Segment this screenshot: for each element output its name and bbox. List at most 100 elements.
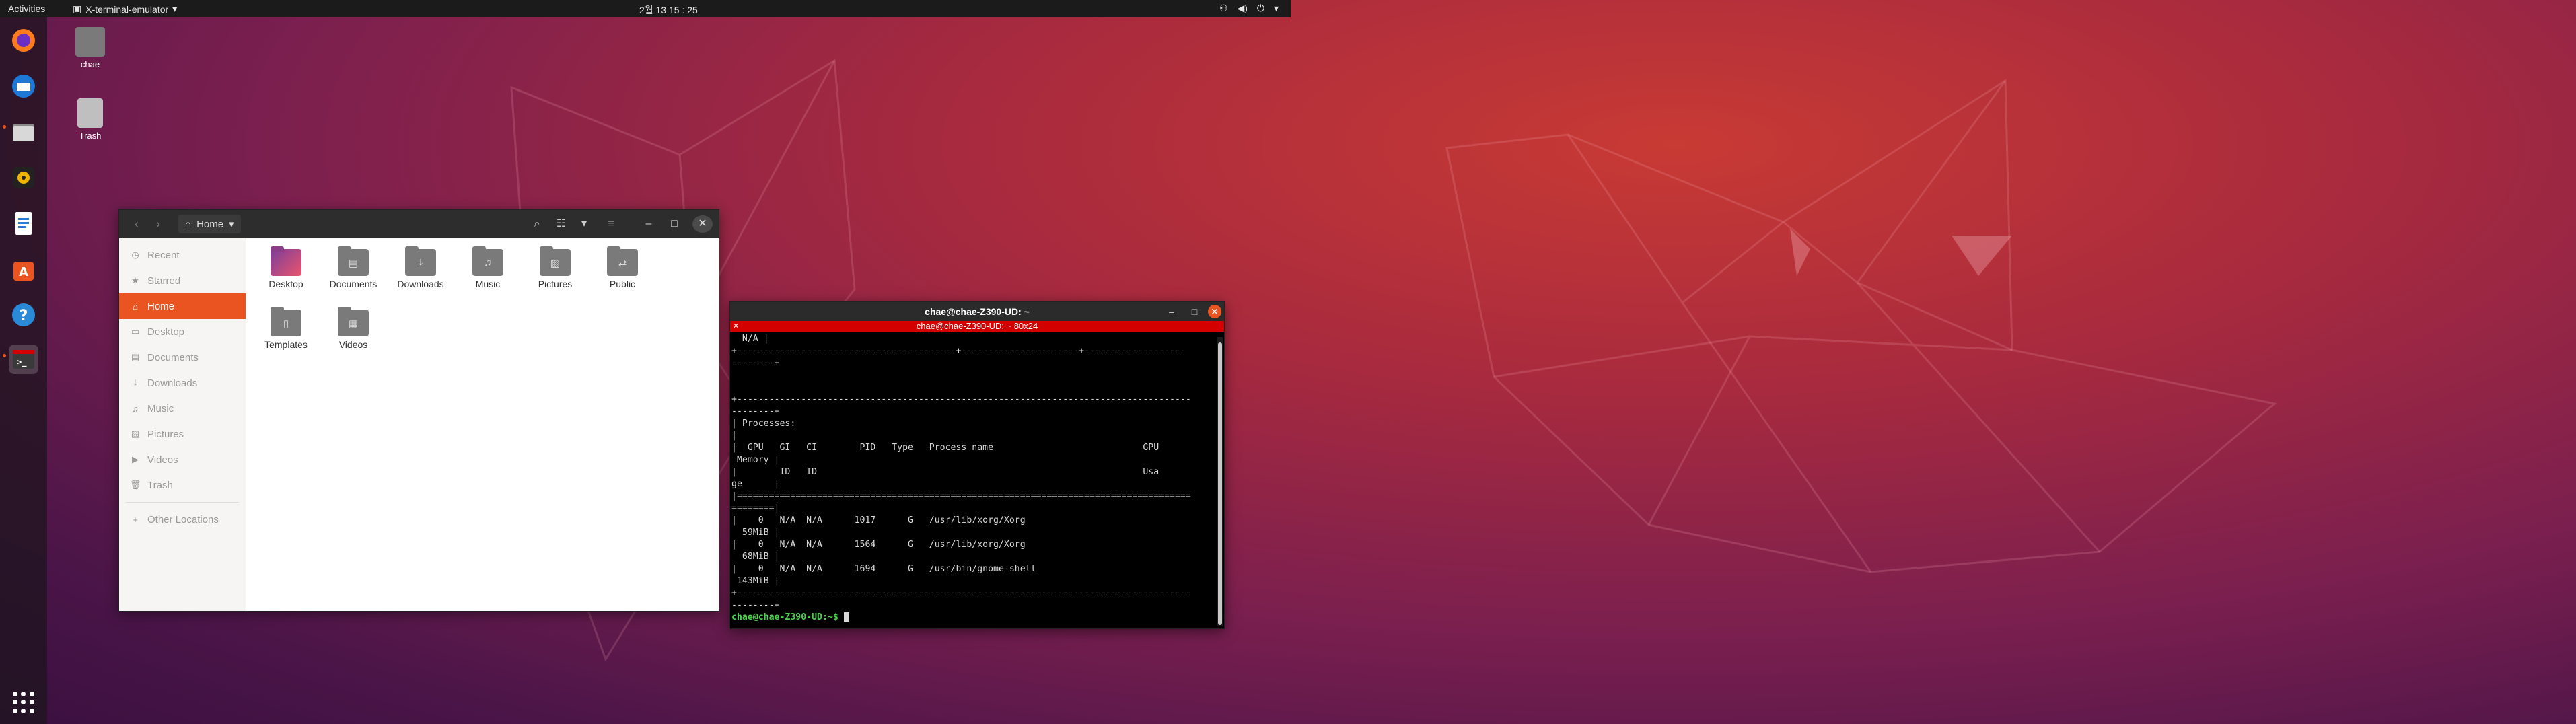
home-icon: ⌂ xyxy=(133,301,138,312)
sidebar-item-label: Home xyxy=(147,300,175,312)
menu-icon[interactable]: ≡ xyxy=(601,215,621,233)
folder-item[interactable]: ⇄ Public xyxy=(589,245,656,305)
software-icon[interactable]: A xyxy=(9,254,38,284)
chevron-down-icon: ▾ xyxy=(172,3,178,14)
maximize-icon[interactable]: □ xyxy=(664,215,684,233)
window-title: chae@chae-Z390-UD: ~ xyxy=(925,306,1030,317)
terminal-icon[interactable]: >_ xyxy=(9,345,38,374)
folder-item[interactable]: ▤ Documents xyxy=(320,245,387,305)
top-panel: Activities ▣ X-terminal-emulator ▾ 2월 13… xyxy=(0,0,1291,17)
templates-folder-icon: ▯ xyxy=(271,307,301,336)
search-icon[interactable]: ⌕ xyxy=(527,215,547,233)
picture-icon: ▨ xyxy=(131,429,140,439)
app-menu[interactable]: ▣ X-terminal-emulator ▾ xyxy=(73,3,177,15)
folder-item[interactable]: ⤓ Downloads xyxy=(387,245,454,305)
back-button[interactable]: ‹ xyxy=(127,216,146,232)
sidebar-item-videos[interactable]: ▶ Videos xyxy=(119,447,246,472)
sidebar-item-label: Pictures xyxy=(147,428,184,440)
sidebar-item-starred[interactable]: ★ Starred xyxy=(119,268,246,293)
network-icon: ⚇ xyxy=(1219,3,1228,13)
rhythmbox-icon[interactable] xyxy=(9,163,38,192)
terminal-line: | xyxy=(731,431,737,441)
sidebar-item-label: Trash xyxy=(147,479,173,491)
terminal-line: ========| xyxy=(731,503,780,513)
chevron-down-icon: ▾ xyxy=(229,219,234,230)
folder-item[interactable]: ♫ Music xyxy=(454,245,522,305)
videos-folder-icon: ▦ xyxy=(338,307,369,336)
sidebar-item-music[interactable]: ♫ Music xyxy=(119,396,246,421)
svg-text:>_: >_ xyxy=(17,357,27,367)
folder-item[interactable]: ▯ Templates xyxy=(252,305,320,366)
terminal-line: --------+ xyxy=(731,600,780,610)
sidebar-item-home[interactable]: ⌂ Home xyxy=(119,293,246,319)
sidebar-item-label: Music xyxy=(147,402,174,414)
divider xyxy=(126,502,239,503)
desktop-icon-home[interactable]: chae xyxy=(60,27,120,69)
terminal-output[interactable]: N/A | +----------------------------------… xyxy=(730,333,1217,626)
breadcrumb-label: Home xyxy=(196,218,224,230)
breadcrumb[interactable]: ⌂ Home ▾ xyxy=(178,215,241,233)
sidebar-item-label: Downloads xyxy=(147,377,198,389)
clock[interactable]: 2월 13 15 : 25 xyxy=(639,3,698,17)
terminal-line: +---------------------------------------… xyxy=(731,346,1186,356)
close-tab-icon[interactable]: ✕ xyxy=(733,321,739,332)
sidebar-item-other-locations[interactable]: + Other Locations xyxy=(119,507,246,532)
forward-button[interactable]: › xyxy=(149,216,168,232)
documents-folder-icon: ▤ xyxy=(338,246,369,276)
help-icon[interactable]: ? xyxy=(9,300,38,330)
minimize-icon[interactable]: – xyxy=(1164,303,1180,320)
dock: A ? >_ xyxy=(0,17,47,724)
terminal-line: 68MiB | xyxy=(731,552,780,562)
folder-item[interactable]: ▦ Videos xyxy=(320,305,387,366)
view-options-icon[interactable]: ▾ xyxy=(574,215,594,233)
desktop-folder-icon xyxy=(271,246,301,276)
activities-button[interactable]: Activities xyxy=(8,3,45,14)
sidebar-item-documents[interactable]: ▤ Documents xyxy=(119,345,246,370)
sidebar-item-trash[interactable]: 🗑 Trash xyxy=(119,472,246,498)
desktop-icon-label: chae xyxy=(80,59,100,69)
folder-item[interactable]: Desktop xyxy=(252,245,320,305)
chevron-down-icon: ▾ xyxy=(1273,3,1279,13)
system-tray[interactable]: ⚇ ◀) ⏻ ▾ xyxy=(1219,3,1279,14)
music-icon: ♫ xyxy=(132,403,139,414)
firefox-icon[interactable] xyxy=(9,26,38,55)
sidebar-item-recent[interactable]: ◷ Recent xyxy=(119,242,246,268)
terminal-line: Memory | xyxy=(731,455,780,465)
show-applications-button[interactable] xyxy=(13,692,34,713)
desktop-icon-trash[interactable]: Trash xyxy=(60,98,120,141)
scrollbar[interactable] xyxy=(1217,337,1223,626)
folder-item[interactable]: ▨ Pictures xyxy=(522,245,589,305)
downloads-folder-icon: ⤓ xyxy=(405,246,436,276)
thunderbird-icon[interactable] xyxy=(9,71,38,101)
writer-icon[interactable] xyxy=(9,209,38,238)
terminal-lines: N/A | +----------------------------------… xyxy=(731,333,1217,612)
terminal-titlebar[interactable]: chae@chae-Z390-UD: ~ – □ ✕ xyxy=(730,302,1224,321)
folder-label: Templates xyxy=(264,339,308,350)
close-icon[interactable]: ✕ xyxy=(692,215,713,233)
trash-icon: 🗑 xyxy=(130,480,141,490)
maximize-icon[interactable]: □ xyxy=(1186,303,1203,320)
view-list-icon[interactable]: ☷ xyxy=(551,215,571,233)
document-icon: ▤ xyxy=(131,352,140,362)
sidebar-item-pictures[interactable]: ▨ Pictures xyxy=(119,421,246,447)
minimize-icon[interactable]: – xyxy=(639,215,659,233)
scrollbar-thumb[interactable] xyxy=(1218,342,1222,625)
svg-text:?: ? xyxy=(20,307,28,324)
music-folder-icon: ♫ xyxy=(472,246,503,276)
terminal-line: | 0 N/A N/A 1694 G /usr/bin/gnome-shell xyxy=(731,564,1036,574)
sidebar-item-downloads[interactable]: ⤓ Downloads xyxy=(119,370,246,396)
terminal-tab[interactable]: ✕ chae@chae-Z390-UD: ~ 80x24 xyxy=(730,321,1224,332)
folder-grid: Desktop ▤ Documents ⤓ Downloads ♫ Music ▨ Pi… xyxy=(252,245,710,366)
sidebar-item-label: Recent xyxy=(147,249,180,261)
terminal-window: chae@chae-Z390-UD: ~ – □ ✕ ✕ chae@chae-Z… xyxy=(729,301,1225,629)
files-headerbar: ‹ › ⌂ Home ▾ ⌕ ☷ ▾ ≡ – □ ✕ xyxy=(119,210,719,238)
app-menu-label: X-terminal-emulator xyxy=(85,3,169,15)
sidebar-item-label: Desktop xyxy=(147,326,185,338)
trash-icon xyxy=(77,98,103,128)
sidebar-item-desktop[interactable]: ▭ Desktop xyxy=(119,319,246,345)
close-icon[interactable]: ✕ xyxy=(1208,305,1221,318)
terminal-line: | ID ID Usa xyxy=(731,467,1159,477)
power-icon: ⏻ xyxy=(1256,3,1264,13)
files-icon[interactable] xyxy=(9,117,38,147)
